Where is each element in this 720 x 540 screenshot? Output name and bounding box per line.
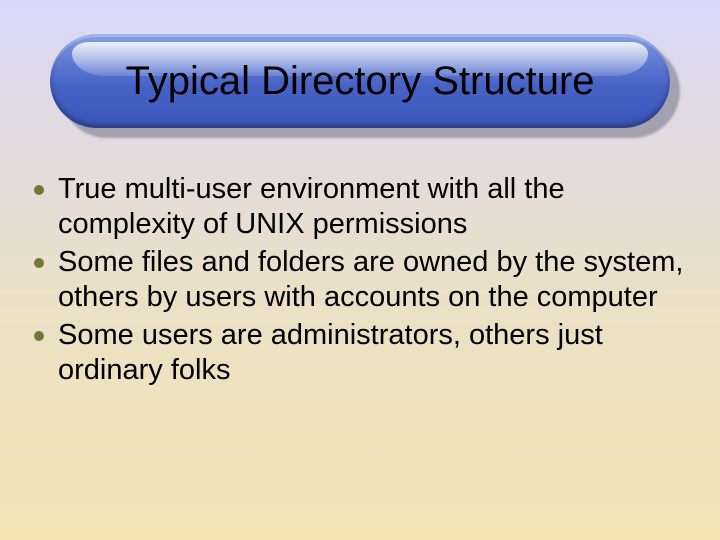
list-item: Some users are administrators, others ju…: [34, 318, 686, 389]
bullet-icon: [34, 258, 44, 268]
slide-title: Typical Directory Structure: [125, 59, 594, 104]
list-item: True multi-user environment with all the…: [34, 172, 686, 243]
title-pill: Typical Directory Structure: [50, 34, 670, 128]
bullet-icon: [34, 331, 44, 341]
bullet-text: True multi-user environment with all the…: [58, 172, 686, 243]
bullet-text: Some users are administrators, others ju…: [58, 318, 686, 389]
list-item: Some files and folders are owned by the …: [34, 245, 686, 316]
title-container: Typical Directory Structure: [50, 34, 670, 128]
bullet-icon: [34, 185, 44, 195]
body-content: True multi-user environment with all the…: [34, 172, 686, 390]
slide: Typical Directory Structure True multi-u…: [0, 0, 720, 540]
bullet-text: Some files and folders are owned by the …: [58, 245, 686, 316]
